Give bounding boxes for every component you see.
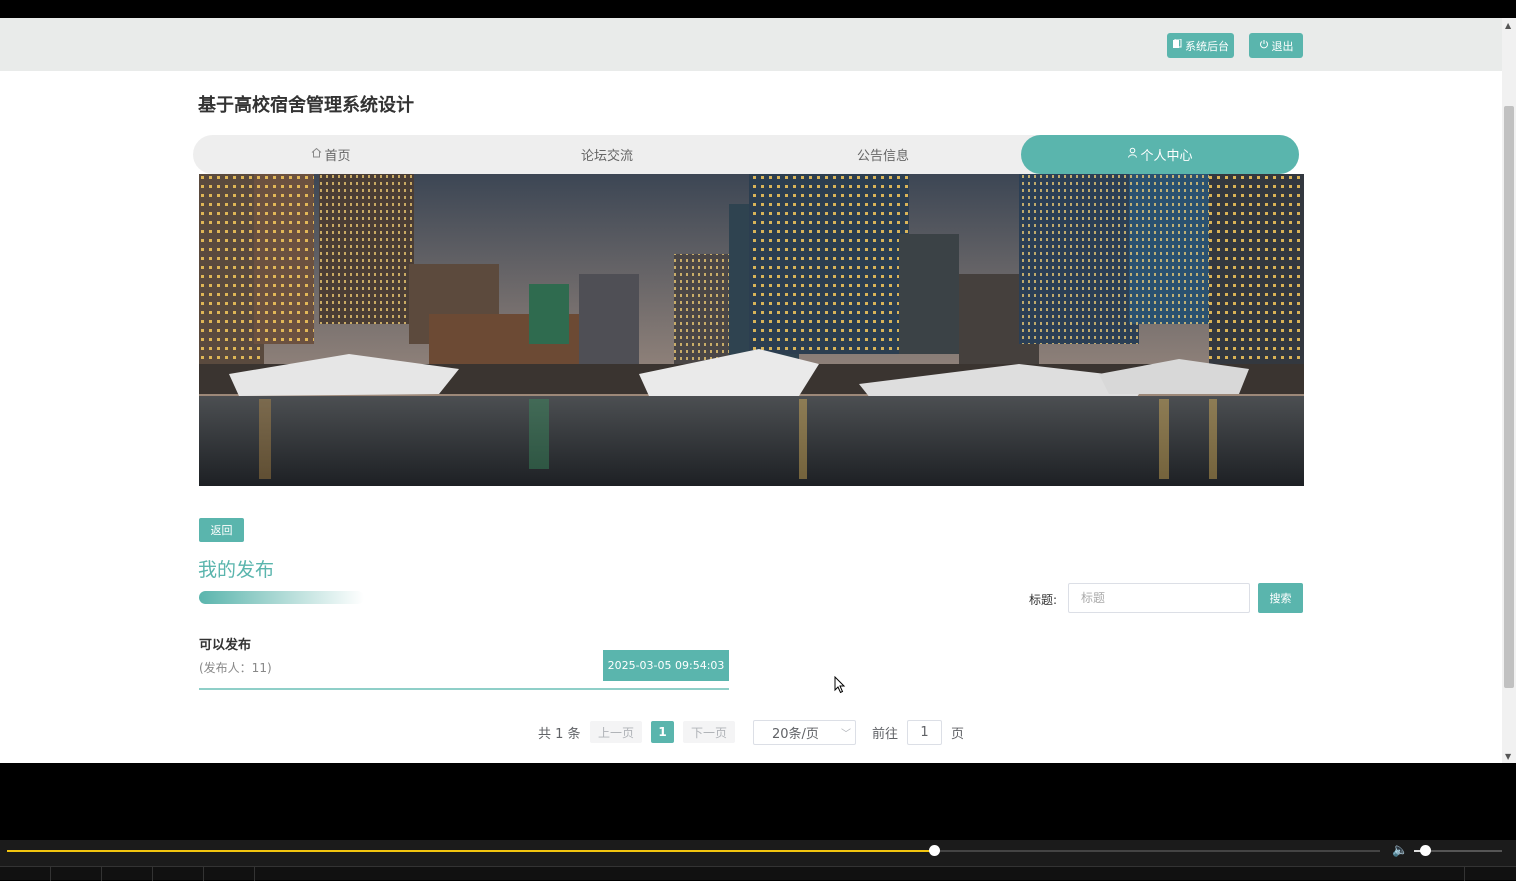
home-icon: [311, 147, 322, 162]
page-unit-label: 页: [951, 726, 965, 742]
page-size-value: 20条/页: [772, 727, 819, 742]
browser-viewport: 系统后台 退出 基于高校宿舍管理系统设计 首页 论坛交流 公告信息 个人中心 返…: [0, 18, 1516, 763]
scrollbar-thumb[interactable]: [1504, 106, 1514, 688]
nav-item-label: 首页: [324, 149, 351, 164]
user-icon: [1127, 147, 1138, 162]
page-scrollbar[interactable]: ▲ ▼: [1502, 18, 1516, 763]
video-player-controls: 🔈: [0, 840, 1516, 881]
seek-bar-progress: [7, 850, 934, 852]
nav-item-label: 论坛交流: [580, 149, 633, 164]
scroll-up-arrow-icon[interactable]: ▲: [1505, 21, 1511, 30]
next-page-button[interactable]: 下一页: [683, 721, 735, 743]
divider: [1464, 867, 1465, 881]
search-button[interactable]: 搜索: [1258, 583, 1303, 613]
banner-image: [199, 174, 1304, 486]
logout-button[interactable]: 退出: [1249, 33, 1303, 58]
page-size-select[interactable]: 20条/页 ﹀: [753, 720, 856, 745]
post-list-item[interactable]: 可以发布 (发布人：11) 2025-03-05 09:54:03: [199, 628, 729, 690]
back-button[interactable]: 返回: [199, 518, 244, 542]
nav-item-forum[interactable]: 论坛交流: [469, 135, 745, 174]
video-letterbox: [0, 763, 1516, 840]
nav-item-home[interactable]: 首页: [193, 135, 469, 174]
window-top-bar: [0, 0, 1516, 18]
nav-item-label: 公告信息: [856, 149, 909, 164]
divider: [203, 867, 204, 881]
post-title[interactable]: 可以发布: [199, 634, 251, 653]
system-admin-button[interactable]: 系统后台: [1167, 33, 1234, 58]
divider: [254, 867, 255, 881]
document-icon: [1172, 38, 1182, 52]
post-author: (发布人：11): [199, 661, 272, 675]
search-label: 标题:: [1029, 593, 1058, 607]
pagination-total: 共 1 条: [538, 726, 581, 742]
title-search-input[interactable]: [1068, 583, 1250, 613]
chevron-down-icon: ﹀: [841, 729, 851, 740]
volume-icon[interactable]: 🔈: [1392, 843, 1408, 858]
seek-bar-handle[interactable]: [928, 845, 940, 856]
seek-bar[interactable]: [7, 850, 1380, 852]
player-button-row: [0, 866, 1516, 881]
goto-label: 前往: [872, 726, 899, 742]
nav-item-announcements[interactable]: 公告信息: [745, 135, 1021, 174]
nav-item-label: 个人中心: [1140, 149, 1193, 164]
section-title-underline: [199, 591, 364, 604]
goto-page-input[interactable]: 1: [907, 720, 942, 745]
volume-slider-handle[interactable]: [1419, 845, 1431, 856]
top-header: 系统后台 退出: [0, 18, 1502, 71]
nav-item-personal-center[interactable]: 个人中心: [1021, 135, 1299, 174]
scroll-down-arrow-icon[interactable]: ▼: [1505, 752, 1511, 761]
page-number-current[interactable]: 1: [651, 721, 674, 743]
logout-label: 退出: [1271, 39, 1294, 53]
divider: [50, 867, 51, 881]
divider: [101, 867, 102, 881]
main-nav: 首页 论坛交流 公告信息 个人中心: [193, 135, 1299, 174]
power-icon: [1259, 39, 1269, 52]
section-title: 我的发布: [198, 559, 275, 581]
prev-page-button[interactable]: 上一页: [590, 721, 642, 743]
post-date-badge: 2025-03-05 09:54:03: [603, 650, 729, 681]
mouse-cursor-icon: [834, 675, 846, 698]
system-admin-label: 系统后台: [1185, 39, 1229, 53]
divider: [152, 867, 153, 881]
site-title: 基于高校宿舍管理系统设计: [198, 95, 414, 116]
